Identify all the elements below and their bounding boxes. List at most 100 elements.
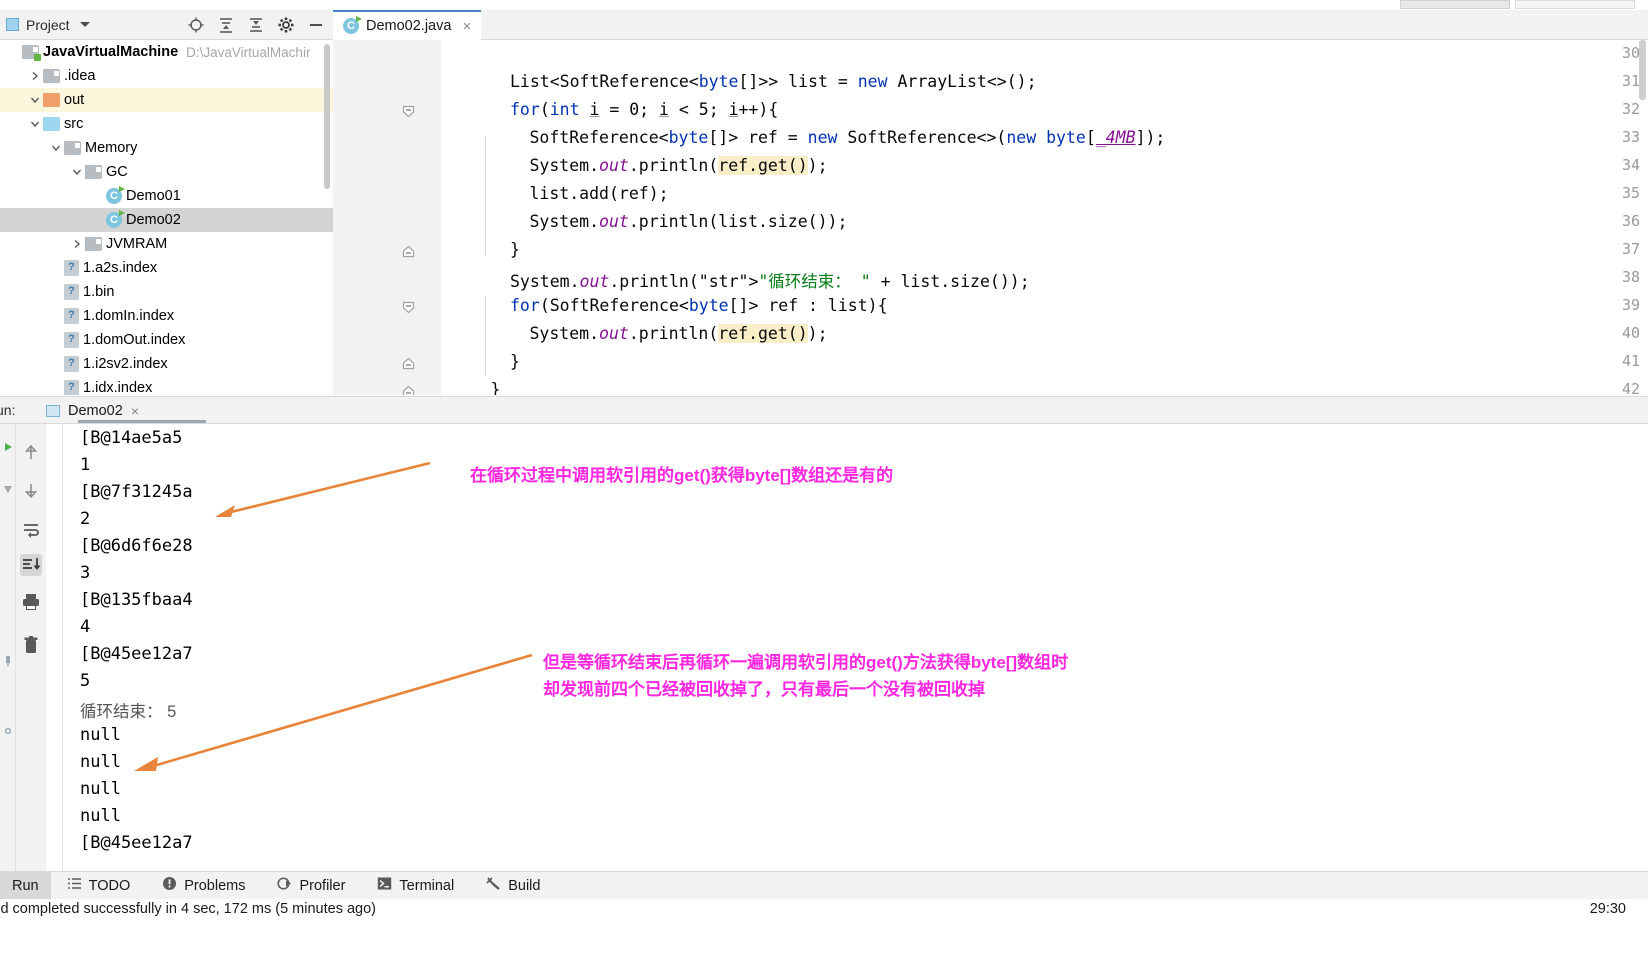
fold-marker[interactable] xyxy=(401,300,416,315)
bottom-bar-todo[interactable]: TODO xyxy=(51,876,147,895)
tree-item-demo01[interactable]: C Demo01 xyxy=(0,184,333,208)
editor-fold-gutter[interactable] xyxy=(408,40,441,395)
tree-expander[interactable] xyxy=(69,238,85,250)
bottom-bar-problems[interactable]: Problems xyxy=(146,876,261,895)
bottom-bar-profiler-label: Profiler xyxy=(299,877,346,894)
code-line-35[interactable]: list.add(ref); xyxy=(530,184,669,203)
tab-demo02-java[interactable]: C Demo02.java × xyxy=(333,10,482,40)
scroll-to-end-icon[interactable] xyxy=(20,554,42,576)
run-left-sidebar[interactable] xyxy=(0,424,16,871)
tree-item-label: Demo02 xyxy=(126,212,181,228)
fold-marker[interactable] xyxy=(401,384,416,395)
tree-item-javavirtualmachine[interactable]: JavaVirtualMachine D:\JavaVirtualMachir xyxy=(0,40,333,64)
tree-item-label: 1.domOut.index xyxy=(83,332,186,348)
tree-expander[interactable] xyxy=(69,166,85,178)
down-icon[interactable] xyxy=(20,479,42,501)
tree-expander[interactable] xyxy=(27,118,43,130)
soft-wrap-icon[interactable] xyxy=(20,519,42,541)
tree-item-1-bin[interactable]: 1.bin xyxy=(0,280,333,304)
up-icon[interactable] xyxy=(20,442,42,464)
top-widget-right xyxy=(1515,0,1635,9)
expand-all-icon[interactable] xyxy=(217,16,235,34)
code-line-32[interactable]: for(int i = 0; i < 5; i++){ xyxy=(510,100,778,119)
fold-marker[interactable] xyxy=(401,104,416,119)
tree-item-1-i2sv2-index[interactable]: 1.i2sv2.index xyxy=(0,352,333,376)
tree-item-1-domin-index[interactable]: 1.domIn.index xyxy=(0,304,333,328)
editor-scrollbar[interactable] xyxy=(1639,40,1646,100)
tree-item-gc[interactable]: GC xyxy=(0,160,333,184)
run-config-icon xyxy=(46,405,60,417)
tree-item-src[interactable]: src xyxy=(0,112,333,136)
project-panel-header: Project xyxy=(0,10,333,40)
unknown-file-icon xyxy=(64,332,79,348)
module-icon xyxy=(22,45,41,61)
minimize-icon[interactable] xyxy=(307,16,325,34)
project-icon xyxy=(6,18,19,31)
indent-guide xyxy=(485,296,486,376)
code-line-37[interactable]: } xyxy=(510,240,520,259)
tree-item-1-domout-index[interactable]: 1.domOut.index xyxy=(0,328,333,352)
tree-item-1-idx-index[interactable]: 1.idx.index xyxy=(0,376,333,395)
code-line-40[interactable]: System.out.println(ref.get()); xyxy=(530,324,828,343)
project-tree[interactable]: JavaVirtualMachine D:\JavaVirtualMachir .i… xyxy=(0,40,333,395)
tree-expander[interactable] xyxy=(48,142,64,154)
chevron-down-icon[interactable] xyxy=(79,22,90,27)
fold-marker[interactable] xyxy=(401,356,416,371)
tree-expander[interactable] xyxy=(27,94,43,106)
close-icon[interactable]: × xyxy=(462,18,471,35)
run-toolwindow-label: un: xyxy=(0,402,16,418)
code-line-41[interactable]: } xyxy=(510,352,520,371)
code-editor[interactable]: 30 31 32 33 34 35 36 37 38 39 40 41 42 List<SoftRefe… xyxy=(333,40,1648,395)
pin-icon[interactable] xyxy=(1,654,15,670)
console-line: [B@135fbaa4 xyxy=(80,590,193,610)
editor-code-area[interactable]: List<SoftReference<byte[]>> list = new A… xyxy=(471,40,1648,395)
stop-icon[interactable] xyxy=(1,482,15,498)
code-line-42[interactable]: } xyxy=(491,380,501,395)
code-line-36[interactable]: System.out.println(list.size()); xyxy=(530,212,848,231)
rerun-icon[interactable] xyxy=(1,440,15,456)
caret-position: 29:30 xyxy=(1589,901,1626,917)
project-tree-scrollbar[interactable] xyxy=(324,44,330,189)
code-line-31[interactable]: List<SoftReference<byte[]>> list = new A… xyxy=(510,72,1037,91)
bottom-bar-run[interactable]: Run xyxy=(0,871,51,900)
java-class-icon: C xyxy=(343,16,362,34)
annotation-1-arrow xyxy=(215,461,431,517)
print-icon[interactable] xyxy=(20,591,42,613)
bottom-bar-terminal[interactable]: Terminal xyxy=(361,876,470,895)
annotation-2-line-1: 但是等循环结束后再循环一遍调用软引用的get()方法获得byte[]数组时 xyxy=(543,653,1069,672)
trash-icon[interactable] xyxy=(20,634,42,656)
console-line: [B@14ae5a5 xyxy=(80,428,183,448)
editor-tab-bar: C Demo02.java × xyxy=(333,10,1648,40)
gear-icon[interactable] xyxy=(277,16,295,34)
tree-expander[interactable] xyxy=(27,70,43,82)
close-icon[interactable]: × xyxy=(131,403,139,419)
code-line-38[interactable]: System.out.println("str">"循环结束： " + list… xyxy=(510,268,1030,292)
tree-item--idea[interactable]: .idea xyxy=(0,64,333,88)
locate-icon[interactable] xyxy=(187,16,205,34)
console-line: 4 xyxy=(80,617,91,637)
annotation-1-line-1: 在循环过程中调用软引用的get()获得byte[]数组还是有的 xyxy=(470,466,894,485)
code-line-39[interactable]: for(SoftReference<byte[]> ref : list){ xyxy=(510,296,888,315)
bottom-toolwindow-bar[interactable]: Run TODO Problems Profiler Terminal Buil… xyxy=(0,871,1648,900)
bottom-bar-build[interactable]: Build xyxy=(470,876,556,895)
tree-item-memory[interactable]: Memory xyxy=(0,136,333,160)
bottom-bar-profiler[interactable]: Profiler xyxy=(261,876,361,895)
tree-item-out[interactable]: out xyxy=(0,88,333,112)
tree-item-1-a2s-index[interactable]: 1.a2s.index xyxy=(0,256,333,280)
tree-item-demo02[interactable]: C Demo02 xyxy=(0,208,333,232)
code-line-34[interactable]: System.out.println(ref.get()); xyxy=(530,156,828,175)
tree-item-path: D:\JavaVirtualMachir xyxy=(186,44,311,60)
tree-item-jvmram[interactable]: JVMRAM xyxy=(0,232,333,256)
console-line: 2 xyxy=(80,509,91,529)
terminal-icon xyxy=(377,876,392,895)
top-widget-left xyxy=(1400,0,1510,9)
annotation-2-line-2: 却发现前四个已经被回收掉了，只有最后一个没有被回收掉 xyxy=(543,680,985,699)
console-line: 1 xyxy=(80,455,91,475)
code-line-33[interactable]: SoftReference<byte[]> ref = new SoftRefe… xyxy=(530,128,1166,147)
tree-item-label: 1.idx.index xyxy=(83,380,153,395)
settings-icon[interactable] xyxy=(1,724,15,740)
run-toolbar[interactable] xyxy=(16,424,46,871)
unknown-file-icon xyxy=(64,356,79,372)
collapse-all-icon[interactable] xyxy=(247,16,265,34)
fold-marker[interactable] xyxy=(401,244,416,259)
